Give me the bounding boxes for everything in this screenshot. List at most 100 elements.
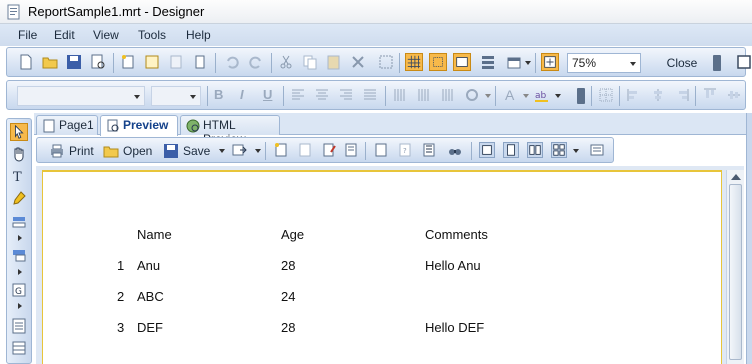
open-folder-icon[interactable] [41, 53, 59, 71]
save-button[interactable]: Save [163, 142, 210, 160]
printer-icon [51, 144, 63, 158]
italic-button[interactable]: I [240, 87, 244, 102]
tab-html-preview[interactable]: HTML Preview [180, 115, 280, 146]
delete-icon[interactable] [349, 53, 367, 71]
undo-icon[interactable] [223, 53, 241, 71]
window-icon[interactable] [735, 53, 752, 71]
view-mode-dropdown-arrow[interactable] [573, 149, 579, 153]
font-color-icon[interactable]: A [505, 87, 514, 103]
print-button[interactable]: Print [49, 142, 94, 160]
bookmarks-icon[interactable] [421, 142, 437, 158]
open-button[interactable]: Open [103, 142, 152, 160]
remove-page-icon[interactable] [297, 142, 313, 158]
table-tool-icon[interactable] [10, 339, 28, 357]
redo-icon[interactable] [247, 53, 265, 71]
cross-band-tool-icon[interactable] [10, 247, 28, 265]
align-tops-icon[interactable] [701, 86, 719, 104]
continuous-pages-icon[interactable] [503, 142, 519, 158]
align-justify-icon[interactable] [361, 86, 379, 104]
underline-button[interactable]: U [263, 87, 272, 102]
menu-edit[interactable]: Edit [54, 28, 75, 42]
show-grid-icon[interactable] [405, 53, 423, 71]
scroll-up-icon[interactable] [731, 174, 741, 180]
toolbar-overflow-icon[interactable] [577, 88, 585, 104]
band-tool-icon[interactable] [10, 213, 28, 231]
select-all-icon[interactable] [377, 53, 395, 71]
align-center-icon[interactable] [313, 86, 331, 104]
cut-icon[interactable] [277, 53, 295, 71]
format-painter-icon[interactable] [10, 189, 28, 207]
align-middles-icon[interactable] [725, 86, 743, 104]
zoom-page-icon[interactable] [541, 53, 559, 71]
layout-dropdown-arrow[interactable] [525, 61, 531, 65]
save-dropdown-arrow[interactable] [219, 149, 225, 153]
vertical-scrollbar[interactable] [726, 170, 744, 364]
menu-help[interactable]: Help [186, 28, 211, 42]
font-color-dropdown-arrow[interactable] [523, 94, 529, 98]
rotation-dropdown-arrow[interactable] [485, 94, 491, 98]
align-lefts-icon[interactable] [625, 86, 643, 104]
page-design-icon[interactable] [343, 142, 359, 158]
align-centers-icon[interactable] [649, 86, 667, 104]
tab-preview[interactable]: Preview [100, 115, 178, 136]
tab-page1[interactable]: Page1 [36, 115, 98, 135]
print-preview-icon[interactable] [89, 53, 107, 71]
borders-icon[interactable] [597, 86, 615, 104]
scrollbar-thumb[interactable] [729, 184, 742, 360]
toolbar-overflow-icon[interactable] [713, 55, 721, 71]
show-headers-icon[interactable] [453, 53, 471, 71]
copy-icon[interactable] [301, 53, 319, 71]
cross-band-expand-arrow[interactable] [18, 269, 22, 275]
two-pages-icon[interactable] [527, 142, 543, 158]
paste-icon[interactable] [325, 53, 343, 71]
select-tool-icon[interactable] [10, 123, 28, 141]
save-label: Save [183, 144, 211, 158]
band-tool-expand-arrow[interactable] [18, 235, 22, 241]
edit-page-icon[interactable] [321, 142, 337, 158]
close-button[interactable]: Close [652, 53, 712, 73]
text-tool-icon[interactable]: T [10, 167, 28, 185]
tab-label: Page1 [59, 118, 94, 132]
export-dropdown-arrow[interactable] [255, 149, 261, 153]
highlight-icon[interactable]: ab [533, 86, 551, 104]
find-icon[interactable] [447, 142, 463, 158]
menu-view[interactable]: View [93, 28, 119, 42]
report-page: Name Age Comments 1 Anu 28 Hello Anu 2 A… [42, 170, 722, 364]
valign-bottom-icon[interactable] [439, 86, 457, 104]
page-size-icon[interactable]: ? [397, 142, 413, 158]
new-form-icon[interactable] [143, 53, 161, 71]
font-size-select[interactable] [151, 86, 201, 106]
toolbar-separator [535, 53, 536, 73]
column-header-age: Age [281, 227, 305, 242]
pan-hand-icon[interactable] [10, 145, 28, 163]
layout-icon[interactable] [505, 53, 523, 71]
page-settings-icon[interactable] [373, 142, 389, 158]
new-page-icon[interactable] [119, 53, 137, 71]
valign-center-icon[interactable] [415, 86, 433, 104]
bold-button[interactable]: B [214, 87, 223, 102]
new-icon[interactable] [17, 53, 35, 71]
multiple-pages-icon[interactable] [551, 142, 567, 158]
components-tool-icon[interactable]: G [10, 281, 28, 299]
align-right-icon[interactable] [337, 86, 355, 104]
dictionary-icon[interactable] [479, 53, 497, 71]
export-icon[interactable] [231, 142, 247, 158]
text-rotation-icon[interactable] [463, 86, 481, 104]
add-page-icon[interactable] [273, 142, 289, 158]
page-setup-icon[interactable] [191, 53, 209, 71]
valign-top-icon[interactable] [391, 86, 409, 104]
subreport-tool-icon[interactable] [10, 317, 28, 335]
delete-page-icon[interactable] [167, 53, 185, 71]
align-to-grid-icon[interactable] [429, 53, 447, 71]
single-page-icon[interactable] [479, 142, 495, 158]
highlight-dropdown-arrow[interactable] [555, 94, 561, 98]
save-icon[interactable] [65, 53, 83, 71]
close-preview-icon[interactable] [589, 142, 605, 158]
zoom-select[interactable]: 75% [567, 53, 641, 73]
font-name-select[interactable] [17, 86, 145, 106]
align-rights-icon[interactable] [673, 86, 691, 104]
align-left-icon[interactable] [289, 86, 307, 104]
components-expand-arrow[interactable] [18, 303, 22, 309]
menu-file[interactable]: File [18, 28, 37, 42]
menu-tools[interactable]: Tools [138, 28, 166, 42]
